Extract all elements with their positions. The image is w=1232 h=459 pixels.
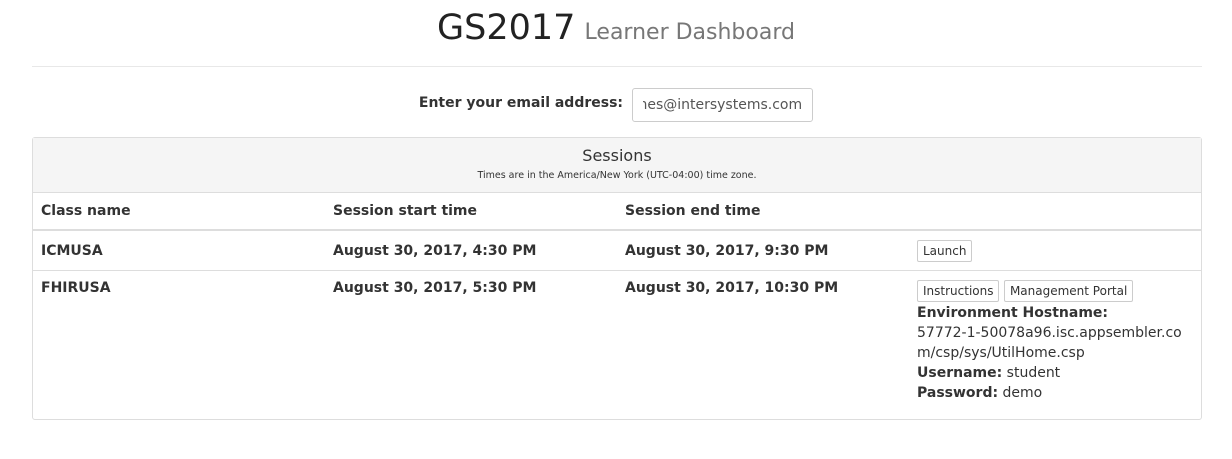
start-time-cell: August 30, 2017, 4:30 PM [325,230,617,271]
env-hostname-value: 57772-1-50078a96.isc.appsembler.com/csp/… [917,325,1182,361]
header-divider [32,66,1202,67]
column-header-class-name: Class name [33,193,325,231]
learner-dashboard-page: GS2017 Learner Dashboard Enter your emai… [0,0,1232,459]
email-form: Enter your email address: [0,88,1232,122]
instructions-button[interactable]: Instructions [917,280,1000,302]
launch-button[interactable]: Launch [917,239,973,262]
class-name-cell: ICMUSA [33,230,325,271]
column-header-actions [909,193,1201,231]
environment-info: Environment Hostname: 57772-1-50078a96.i… [917,303,1193,403]
start-time-cell: August 30, 2017, 5:30 PM [333,280,537,296]
sessions-title: Sessions [582,146,652,165]
email-input[interactable] [632,88,814,122]
column-header-end-time: Session end time [617,193,909,231]
username-label: Username: [917,365,1003,381]
app-name: GS2017 [437,8,576,48]
password-label: Password: [917,385,999,401]
email-label: Enter your email address: [418,95,624,111]
sessions-panel: Sessions Times are in the America/New Yo… [32,137,1202,420]
password-value: demo [1002,385,1043,401]
table-row: ICMUSA August 30, 2017, 4:30 PM August 3… [33,230,1201,271]
table-header-row: Class name Session start time Session en… [33,193,1201,231]
management-portal-button[interactable]: Management Portal [1003,280,1134,302]
actions-cell: Launch [909,230,1201,271]
env-hostname-label: Environment Hostname: [917,305,1109,321]
end-time-cell: August 30, 2017, 10:30 PM [625,280,839,296]
class-name-cell: FHIRUSA [41,280,111,296]
page-subtitle: Learner Dashboard [584,20,795,45]
column-header-start-time: Session start time [325,193,617,231]
sessions-table: Class name Session start time Session en… [33,193,1201,403]
actions-cell: Instructions Management Portal Environme… [909,271,1201,404]
page-header: GS2017 Learner Dashboard [0,6,1232,56]
end-time-cell: August 30, 2017, 9:30 PM [617,230,909,271]
username-value: student [1006,365,1061,381]
sessions-panel-heading: Sessions Times are in the America/New Yo… [33,138,1201,193]
timezone-note: Times are in the America/New York (UTC-0… [477,170,757,181]
table-row: FHIRUSA August 30, 2017, 5:30 PM August … [33,271,1201,404]
